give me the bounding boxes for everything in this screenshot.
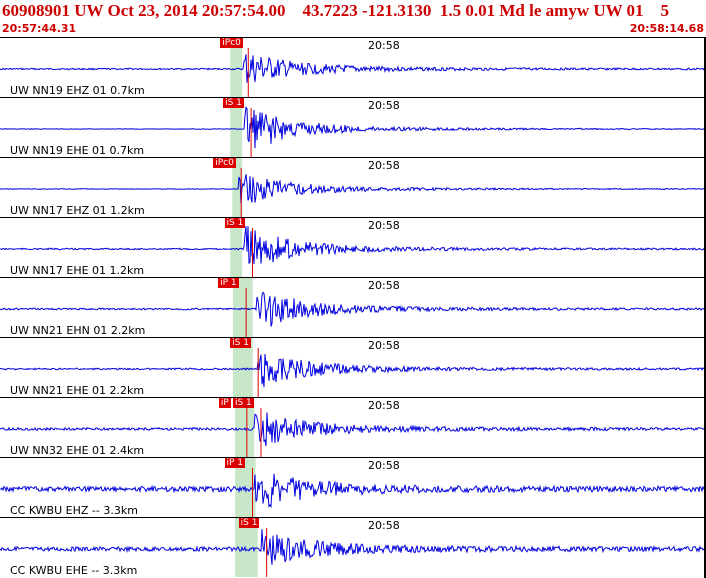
phase-pick-label[interactable]: iS 1 [223,98,244,108]
time-tick-label: 20:58 [368,219,400,232]
window-end-time: 20:58:14.68 [629,22,704,35]
phase-pick-label[interactable]: iP 1 [218,278,239,288]
waveform-trace [0,174,706,204]
time-tick-label: 20:58 [368,459,400,472]
trace-panel[interactable]: iP 1 20:58 CC KWBU EHZ -- 3.3km [0,457,706,517]
time-tick-label: 20:58 [368,399,400,412]
waveform-trace [0,106,706,149]
station-channel-label: UW NN19 EHE 01 0.7km [10,144,145,157]
phase-pick-label[interactable]: iS 1 [224,218,246,228]
event-title: 60908901 UW Oct 23, 2014 20:57:54.00 43.… [2,1,670,20]
station-channel-label: UW NN17 EHE 01 1.2km [10,264,145,277]
phase-pick-label[interactable]: iS 1 [232,398,254,408]
phase-pick-label[interactable]: iS 1 [238,518,260,528]
trace-panel[interactable]: iPc0 20:58 UW NN17 EHZ 01 1.2km [0,157,706,217]
waveform-trace [0,354,706,388]
phase-pick-label[interactable]: iP [218,398,231,408]
station-channel-label: UW NN32 EHE 01 2.4km [10,444,145,457]
phase-pick-label[interactable]: iS 1 [230,338,251,348]
waveform-trace [0,473,706,509]
station-channel-label: UW NN21 EHE 01 2.2km [10,384,145,397]
phase-pick-label[interactable]: iPc0 [213,158,236,168]
waveform-trace [0,291,706,327]
waveform-trace [0,54,706,83]
trace-panel[interactable]: iS 1 20:58 UW NN21 EHE 01 2.2km [0,337,706,397]
waveform-trace [0,226,706,265]
trace-panel[interactable]: iPc0 20:58 UW NN19 EHZ 01 0.7km [0,37,706,97]
station-channel-label: CC KWBU EHZ -- 3.3km [10,504,138,517]
time-tick-label: 20:58 [368,99,400,112]
phase-pick-label[interactable]: iP 1 [224,458,246,468]
time-tick-label: 20:58 [368,39,400,52]
station-channel-label: UW NN19 EHZ 01 0.7km [10,84,145,97]
time-tick-label: 20:58 [368,279,400,292]
station-channel-label: UW NN17 EHZ 01 1.2km [10,204,145,217]
event-header: 60908901 UW Oct 23, 2014 20:57:54.00 43.… [0,0,706,37]
trace-panel[interactable]: iS 1 20:58 UW NN19 EHE 01 0.7km [0,97,706,157]
waveform-trace [0,412,706,446]
waveform-trace [0,529,706,565]
trace-panel[interactable]: iP iS 1 20:58 UW NN32 EHE 01 2.4km [0,397,706,457]
time-tick-label: 20:58 [368,339,400,352]
time-tick-label: 20:58 [368,159,400,172]
seismogram-panels: iPc0 20:58 UW NN19 EHZ 01 0.7km iS 1 20:58 UW… [0,37,706,578]
station-channel-label: CC KWBU EHE -- 3.3km [10,564,138,577]
trace-panel[interactable]: iS 1 20:58 UW NN17 EHE 01 1.2km [0,217,706,277]
trace-panel[interactable]: iP 1 20:58 UW NN21 EHN 01 2.2km [0,277,706,337]
time-tick-label: 20:58 [368,519,400,532]
station-channel-label: UW NN21 EHN 01 2.2km [10,324,146,337]
phase-pick-label[interactable]: iPc0 [220,38,243,48]
trace-panel[interactable]: iS 1 20:58 CC KWBU EHE -- 3.3km [0,517,706,577]
window-start-time: 20:57:44.31 [2,22,77,35]
